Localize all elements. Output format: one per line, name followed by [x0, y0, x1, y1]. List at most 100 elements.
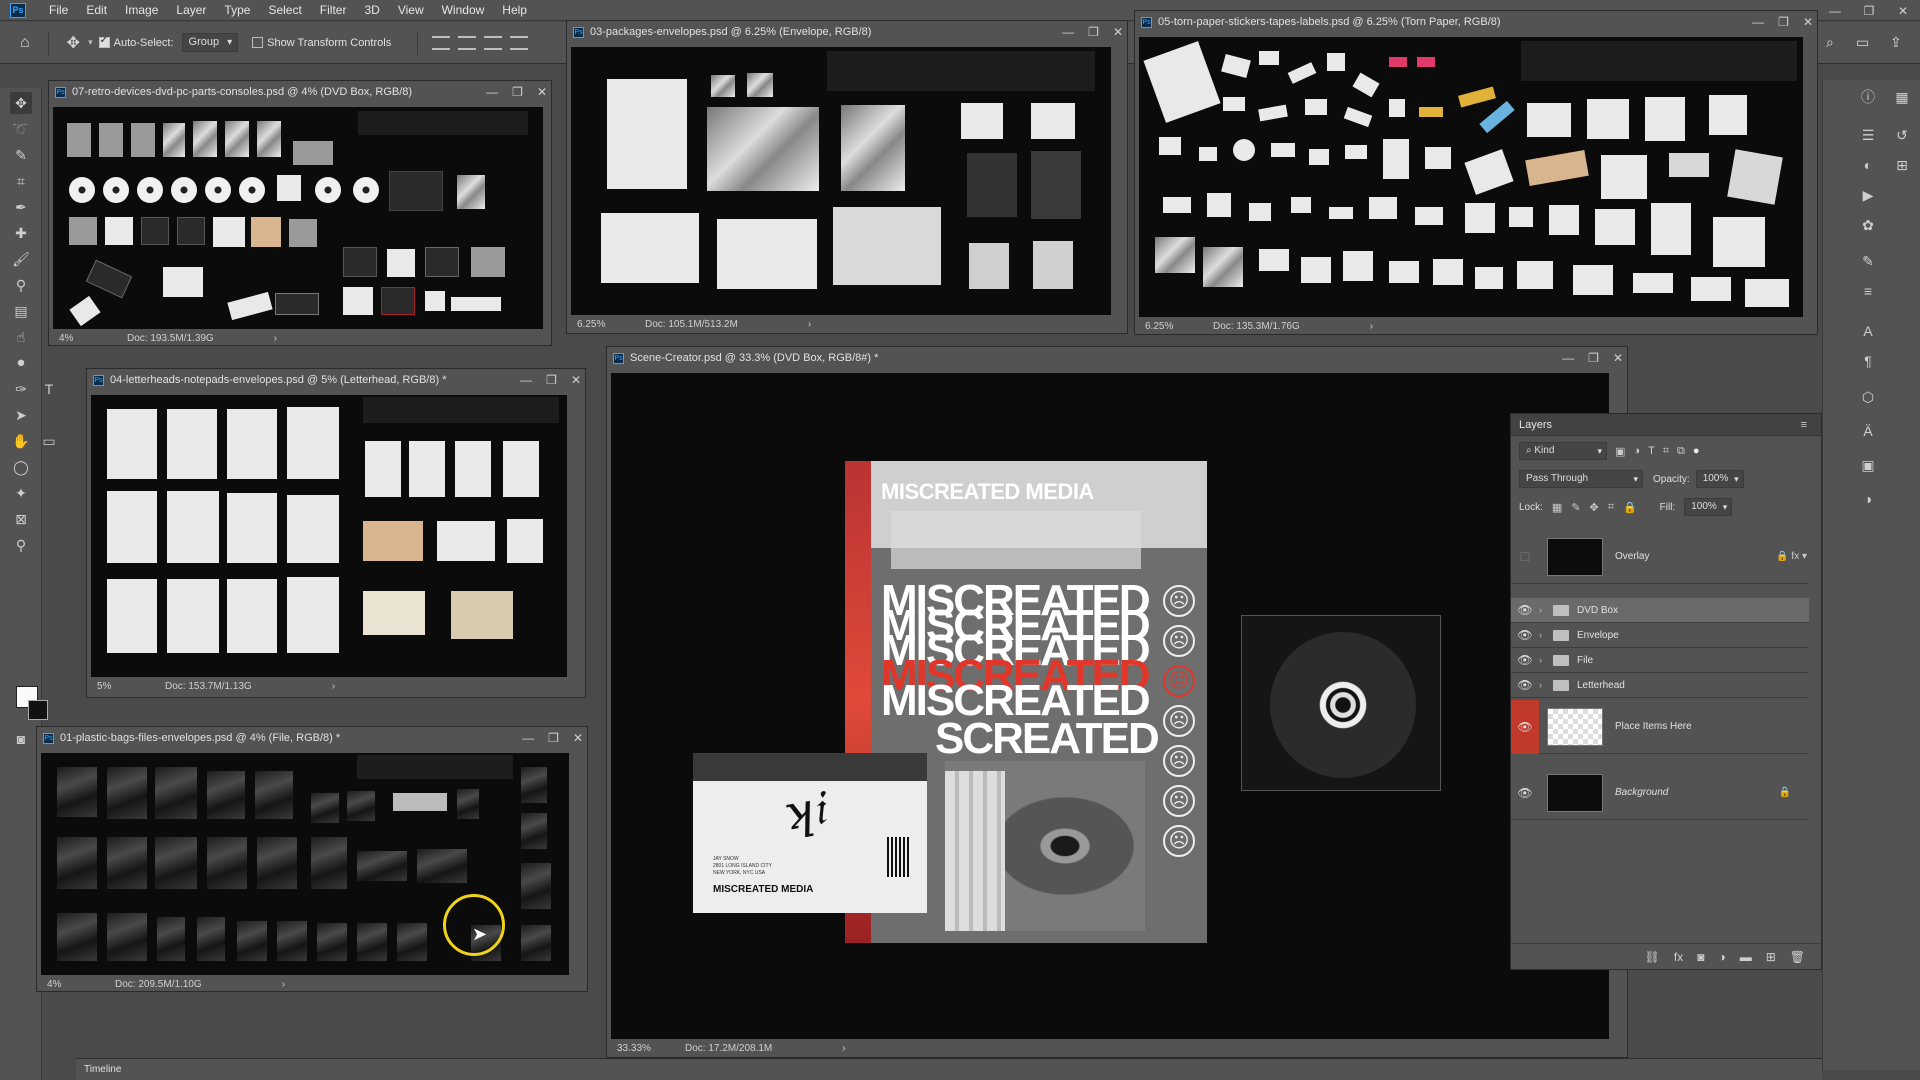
restore-icon[interactable]: ❐ [1088, 25, 1099, 39]
move-tool-icon[interactable]: ✥ [67, 33, 80, 53]
menu-filter[interactable]: Filter [311, 0, 356, 21]
search-icon[interactable]: ⌕ [1826, 34, 1834, 51]
visibility-toggle-icon[interactable]: ☐ [1511, 550, 1539, 564]
close-icon[interactable]: ✕ [537, 85, 547, 99]
eye-icon[interactable]: 👁 [1511, 699, 1539, 754]
doc-titlebar[interactable]: Ps Scene-Creator.psd @ 33.3% (DVD Box, R… [607, 347, 1627, 369]
lock-artboard-icon[interactable]: ⌗ [1608, 501, 1614, 514]
chevron-right-icon[interactable]: › [808, 319, 811, 330]
pen-tool-icon[interactable]: ✑ [10, 378, 32, 400]
dodge-tool-icon[interactable]: ⚫ [10, 352, 32, 374]
zoom-tool-icon[interactable]: ⚲ [10, 534, 32, 556]
type-filter-icon[interactable]: T [1648, 445, 1655, 457]
eye-icon[interactable]: 👁 [1511, 653, 1539, 667]
workspace-icon[interactable]: ▭ [1856, 34, 1869, 51]
layer-row-place-items[interactable]: 👁 Place Items Here [1511, 699, 1809, 754]
menu-image[interactable]: Image [116, 0, 167, 21]
sliders-icon[interactable]: ≡ [1857, 280, 1879, 302]
lock-transparent-icon[interactable]: ▦ [1552, 501, 1562, 514]
menu-file[interactable]: File [40, 0, 77, 21]
close-icon[interactable]: ✕ [1803, 15, 1813, 29]
doc-window-packages-envelopes[interactable]: Ps 03-packages-envelopes.psd @ 6.25% (En… [566, 20, 1128, 334]
doc-canvas[interactable] [571, 47, 1111, 315]
background-color-swatch[interactable] [28, 700, 48, 720]
eye-icon[interactable]: 👁 [1511, 786, 1539, 800]
minimize-icon[interactable]: — [1562, 351, 1574, 365]
restore-icon[interactable]: ❐ [1588, 351, 1599, 365]
layer-row-file[interactable]: 👁 › File [1511, 648, 1809, 673]
layer-row-dvd-box[interactable]: 👁 › DVD Box [1511, 598, 1809, 623]
eyedropper-icon[interactable]: ✒ [10, 196, 32, 218]
filter-kind-dropdown[interactable]: ⌕ Kind [1519, 442, 1607, 460]
new-layer-icon[interactable]: ⊞ [1766, 950, 1776, 964]
doc-window-torn-paper[interactable]: Ps 05-torn-paper-stickers-tapes-labels.p… [1134, 10, 1818, 335]
layer-name[interactable]: Letterhead [1577, 680, 1625, 691]
history-icon[interactable]: ↺ [1891, 124, 1913, 146]
adjustment-layer-icon[interactable]: ◑ [1718, 950, 1725, 964]
shape-filter-icon[interactable]: ⌗ [1663, 445, 1669, 458]
layer-row-letterhead[interactable]: 👁 › Letterhead [1511, 673, 1809, 698]
doc-window-scene-creator[interactable]: Ps Scene-Creator.psd @ 33.3% (DVD Box, R… [606, 346, 1628, 1058]
zoom-level[interactable]: 4% [49, 333, 109, 344]
close-icon[interactable]: ✕ [1886, 0, 1920, 21]
distribute-icon[interactable] [510, 35, 529, 50]
cd-case-mockup[interactable] [1241, 615, 1441, 791]
chevron-right-icon[interactable]: › [842, 1043, 845, 1054]
doc-canvas[interactable] [53, 107, 543, 329]
panel-menu-icon[interactable]: ≡ [1801, 419, 1807, 431]
doc-window-letterheads[interactable]: Ps 04-letterheads-notepads-envelopes.psd… [86, 368, 586, 698]
glyphs-icon[interactable]: Ä [1857, 420, 1879, 442]
frame-tool-icon[interactable]: ⊠ [10, 508, 32, 530]
properties-icon[interactable]: ☰ [1857, 124, 1879, 146]
menu-help[interactable]: Help [493, 0, 536, 21]
doc-canvas[interactable] [91, 395, 567, 677]
gradient-tool-icon[interactable]: ▤ [10, 300, 32, 322]
chevron-right-icon[interactable]: › [1539, 630, 1553, 640]
channels-icon[interactable]: ◑ [1857, 488, 1879, 510]
layer-row-background[interactable]: 👁 Background 🔒 [1511, 766, 1809, 820]
histogram-icon[interactable]: ▦ [1891, 86, 1913, 108]
brushes-icon[interactable]: ✎ [1857, 250, 1879, 272]
zoom-level[interactable]: 33.33% [607, 1043, 667, 1054]
clone-stamp-icon[interactable]: ⚲ [10, 274, 32, 296]
zoom-level[interactable]: 6.25% [1135, 321, 1195, 332]
doc-window-plastic-bags[interactable]: Ps 01-plastic-bags-files-envelopes.psd @… [36, 726, 588, 992]
minimize-icon[interactable]: — [522, 731, 534, 745]
path-select-icon[interactable]: ➤ [10, 404, 32, 426]
actions-icon[interactable]: ▶ [1857, 184, 1879, 206]
3d-icon[interactable]: ⬡ [1857, 386, 1879, 408]
layer-name[interactable]: Place Items Here [1615, 721, 1692, 732]
zoom-level[interactable]: 5% [87, 681, 147, 692]
layer-name[interactable]: Overlay [1615, 551, 1649, 562]
scene-canvas[interactable]: MISCREATED MEDIA MISCREATED MISCREATED M… [611, 373, 1609, 1039]
doc-titlebar[interactable]: Ps 04-letterheads-notepads-envelopes.psd… [87, 369, 585, 391]
libraries-icon[interactable]: ▣ [1857, 454, 1879, 476]
menu-view[interactable]: View [389, 0, 433, 21]
type-tool-icon[interactable]: T [38, 378, 60, 400]
adjustments-icon[interactable]: ◐ [1857, 154, 1879, 176]
align-bottom-icon[interactable] [484, 35, 503, 50]
layer-name[interactable]: DVD Box [1577, 605, 1618, 616]
filter-toggle-icon[interactable]: ● [1693, 445, 1700, 457]
trash-icon[interactable]: 🗑 [1790, 950, 1805, 964]
smudge-tool-icon[interactable]: ☝ [10, 326, 32, 348]
layer-name[interactable]: File [1577, 655, 1593, 666]
link-layers-icon[interactable]: ⛓ [1645, 950, 1660, 964]
home-icon[interactable]: ⌂ [20, 34, 30, 52]
paragraph-icon[interactable]: ¶ [1857, 350, 1879, 372]
align-top-icon[interactable] [432, 35, 451, 50]
timeline-panel-tab[interactable]: Timeline [76, 1058, 1822, 1080]
quick-select-icon[interactable]: ✎ [10, 144, 32, 166]
close-icon[interactable]: ✕ [1613, 351, 1623, 365]
healing-brush-icon[interactable]: ✚ [10, 222, 32, 244]
eye-icon[interactable]: 👁 [1511, 603, 1539, 617]
blend-mode-dropdown[interactable]: Pass Through [1519, 470, 1643, 488]
quick-mask-icon[interactable]: ◙ [10, 728, 32, 750]
timeline-label[interactable]: Timeline [84, 1064, 121, 1075]
chevron-down-icon[interactable]: ▾ [88, 37, 93, 48]
fill-field[interactable]: 100% [1684, 498, 1733, 516]
lock-pixels-icon[interactable]: ✎ [1571, 501, 1580, 514]
navigator-icon[interactable]: ⊞ [1891, 154, 1913, 176]
character-icon[interactable]: A [1857, 320, 1879, 342]
minimize-icon[interactable]: — [1062, 25, 1074, 39]
